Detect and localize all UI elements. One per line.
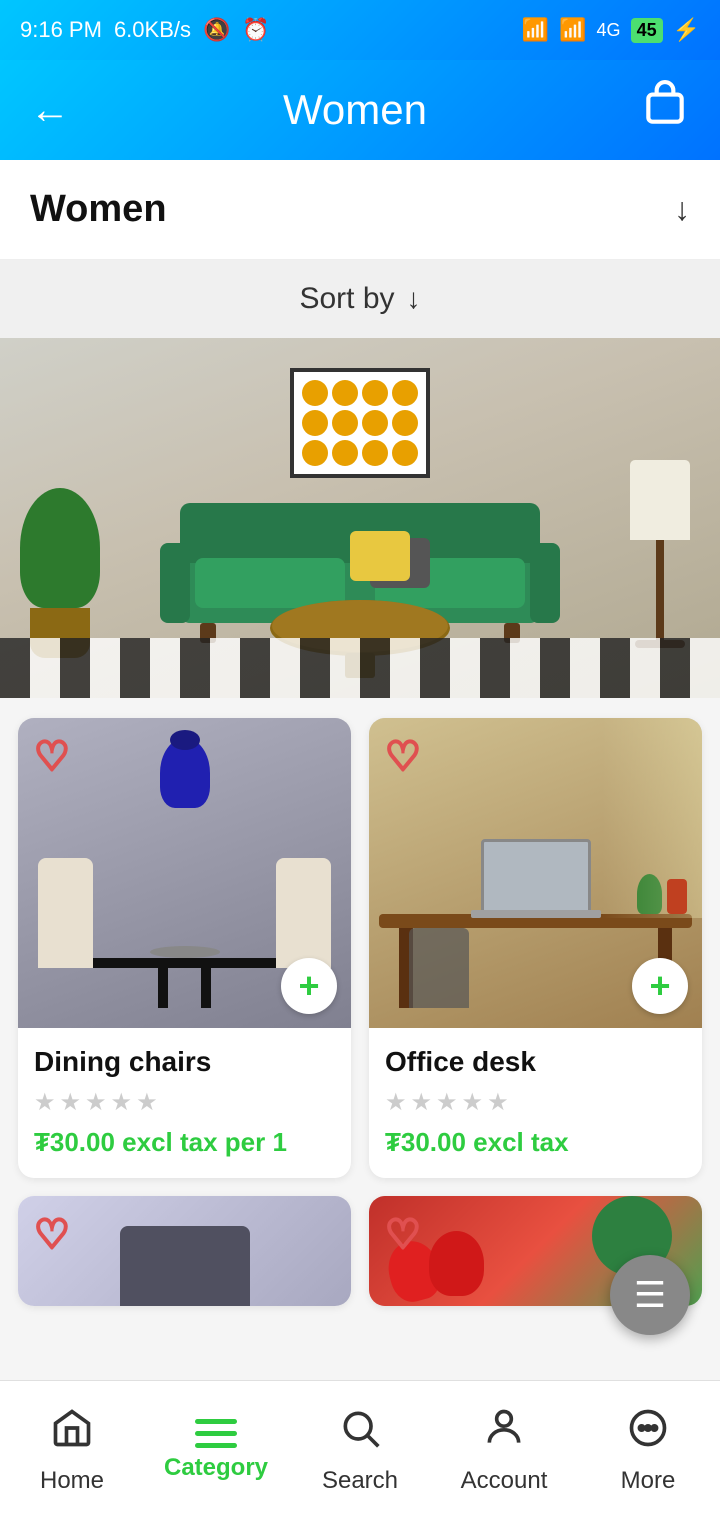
product-stars-dining: ★ ★ ★ ★ ★ <box>34 1088 335 1117</box>
dining-table-top <box>75 958 295 968</box>
add-to-cart-office[interactable]: + <box>632 958 688 1014</box>
product-price-dining: ₮30.00 excl tax per 1 <box>34 1127 335 1158</box>
more-icon <box>626 1406 670 1461</box>
wishlist-heart-office[interactable]: ♡ <box>385 734 421 780</box>
section-title-bar: Women ↓ <box>0 160 720 260</box>
status-left: 9:16 PM 6.0KB/s 🔕 ⏰ <box>20 17 270 43</box>
bottom-nav: Home Category Search Account <box>0 1380 720 1520</box>
product-card-office-desk: ♡ + Office desk ★ ★ ★ ★ ★ ₮30.00 excl ta… <box>369 718 702 1178</box>
wifi-icon: 📶 <box>522 17 549 43</box>
account-icon <box>482 1406 526 1461</box>
star-4: ★ <box>111 1088 133 1117</box>
section-title: Women <box>30 188 167 231</box>
sort-bar[interactable]: Sort by ↓ <box>0 260 720 338</box>
cart-button[interactable] <box>640 80 690 140</box>
home-icon <box>50 1406 94 1461</box>
add-to-cart-dining[interactable]: + <box>281 958 337 1014</box>
table-leg-left <box>158 968 168 1008</box>
nav-item-more[interactable]: More <box>588 1406 708 1495</box>
nav-item-home[interactable]: Home <box>12 1406 132 1495</box>
laptop-screen <box>481 839 591 914</box>
dining-chair-left <box>38 858 93 968</box>
cat-line-2 <box>195 1431 237 1436</box>
product-info-dining: Dining chairs ★ ★ ★ ★ ★ ₮30.00 excl tax … <box>18 1028 351 1178</box>
search-icon <box>338 1406 382 1461</box>
product-grid: ♡ + Dining chairs ★ ★ ★ ★ ★ ₮30.00 excl … <box>0 698 720 1326</box>
status-speed: 6.0KB/s <box>114 17 191 43</box>
nav-item-category[interactable]: Category <box>156 1419 276 1482</box>
cat-line-3 <box>195 1443 237 1448</box>
status-bar: 9:16 PM 6.0KB/s 🔕 ⏰ 📶 📶 4G 45 ⚡ <box>0 0 720 60</box>
product-stars-office: ★ ★ ★ ★ ★ <box>385 1088 686 1117</box>
mute-icon: 🔕 <box>203 17 230 43</box>
star-1: ★ <box>34 1088 56 1117</box>
alarm-icon: ⏰ <box>242 17 269 43</box>
sort-label: Sort by <box>299 282 394 316</box>
search-label: Search <box>322 1467 398 1495</box>
window-light <box>602 718 702 918</box>
product-price-office: ₮30.00 excl tax <box>385 1127 686 1158</box>
product-image-dining-chairs: ♡ + <box>18 718 351 1028</box>
rug-decoration <box>0 638 720 698</box>
nav-item-search[interactable]: Search <box>300 1406 420 1495</box>
floating-filter-button[interactable]: ☰ <box>610 1255 690 1335</box>
4g-icon: 4G <box>597 20 621 41</box>
product-info-office: Office desk ★ ★ ★ ★ ★ ₮30.00 excl tax <box>369 1028 702 1178</box>
home-label: Home <box>40 1467 104 1495</box>
dining-chair-right <box>276 858 331 968</box>
partial-image-left: ♡ <box>18 1196 351 1306</box>
star-1: ★ <box>385 1088 407 1117</box>
section-dropdown-icon[interactable]: ↓ <box>674 191 690 228</box>
product-name-dining: Dining chairs <box>34 1046 335 1078</box>
battery-indicator: 45 <box>631 18 663 43</box>
filter-icon: ☰ <box>634 1274 666 1316</box>
hero-background <box>0 338 720 698</box>
header: ← Women <box>0 60 720 160</box>
more-label: More <box>621 1467 676 1495</box>
sort-arrow-icon: ↓ <box>407 283 421 315</box>
plant-decoration <box>20 488 100 648</box>
plant-leaves <box>20 488 100 608</box>
product-card-partial-left: ♡ <box>18 1196 351 1306</box>
star-5: ★ <box>136 1088 158 1117</box>
laptop-base <box>471 910 601 918</box>
partial-sofa <box>120 1226 250 1306</box>
product-image-office-desk: ♡ + <box>369 718 702 1028</box>
hero-banner <box>0 338 720 698</box>
product-name-office: Office desk <box>385 1046 686 1078</box>
lamp-decoration <box>630 460 690 648</box>
nav-item-account[interactable]: Account <box>444 1406 564 1495</box>
wall-art <box>290 368 430 478</box>
signal-icon: 📶 <box>559 17 586 43</box>
star-5: ★ <box>487 1088 509 1117</box>
lamp-pole <box>656 540 664 640</box>
wishlist-heart-partial-right[interactable]: ♡ <box>385 1212 421 1258</box>
star-3: ★ <box>85 1088 107 1117</box>
status-time: 9:16 PM <box>20 17 102 43</box>
table-leg-right <box>201 968 211 1008</box>
star-3: ★ <box>436 1088 458 1117</box>
plate <box>150 946 220 958</box>
account-label: Account <box>461 1467 548 1495</box>
category-label: Category <box>164 1454 268 1482</box>
office-chair <box>409 928 469 1008</box>
strawberry-2 <box>429 1231 484 1296</box>
category-icon <box>195 1419 237 1448</box>
status-right: 📶 📶 4G 45 ⚡ <box>522 17 700 43</box>
star-2: ★ <box>60 1088 82 1117</box>
product-card-dining-chairs: ♡ + Dining chairs ★ ★ ★ ★ ★ ₮30.00 excl … <box>18 718 351 1178</box>
flower-stem <box>170 730 200 750</box>
cat-line-1 <box>195 1419 237 1424</box>
wishlist-heart-partial-left[interactable]: ♡ <box>34 1212 70 1258</box>
back-button[interactable]: ← <box>30 88 70 133</box>
star-2: ★ <box>411 1088 433 1117</box>
header-title: Women <box>283 86 427 134</box>
lamp-shade <box>630 460 690 540</box>
star-4: ★ <box>462 1088 484 1117</box>
pen-holder <box>667 879 687 914</box>
wishlist-heart-dining[interactable]: ♡ <box>34 734 70 780</box>
cart-icon <box>640 80 690 130</box>
charging-icon: ⚡ <box>673 17 700 43</box>
